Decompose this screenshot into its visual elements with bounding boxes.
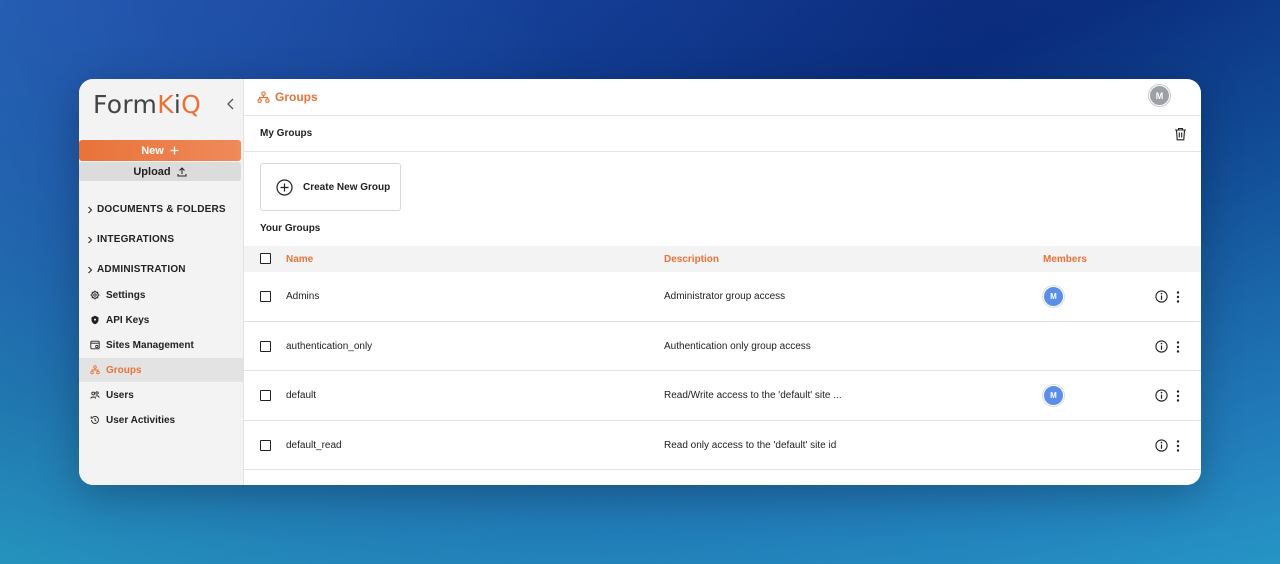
- users-icon: [90, 391, 100, 399]
- info-icon[interactable]: [1155, 389, 1168, 402]
- groups-table: Name Description Members Admins Administ…: [244, 246, 1201, 470]
- user-avatar[interactable]: M: [1149, 85, 1170, 106]
- group-description: Read/Write access to the 'default' site …: [664, 390, 842, 401]
- sidebar-item-settings[interactable]: Settings: [79, 283, 243, 307]
- info-icon[interactable]: [1155, 339, 1168, 353]
- upload-button[interactable]: Upload: [79, 162, 241, 181]
- member-avatar[interactable]: M: [1043, 286, 1064, 307]
- sidebar-item-label: API Keys: [106, 314, 150, 326]
- gear-icon: [90, 290, 100, 300]
- upload-icon: [177, 166, 187, 176]
- select-all-checkbox[interactable]: [260, 253, 271, 264]
- groups-icon: [90, 365, 100, 375]
- sites-icon: [90, 340, 100, 350]
- group-name: authentication_only: [286, 340, 373, 352]
- table-header: Name Description Members: [244, 246, 1201, 272]
- sidebar-item-label: Settings: [106, 289, 146, 301]
- chevron-right-icon: [88, 266, 93, 273]
- info-icon[interactable]: [1155, 438, 1168, 452]
- info-icon[interactable]: [1155, 290, 1168, 303]
- plus-icon: [170, 146, 179, 155]
- more-vertical-icon[interactable]: [1176, 340, 1180, 353]
- app-window: FormKiQ New Upload DOCUMENTS & FOLDERS I…: [79, 79, 1201, 485]
- section-documents-folders[interactable]: DOCUMENTS & FOLDERS: [87, 204, 226, 215]
- main-content: Groups M My Groups Create New Group Your…: [244, 79, 1201, 485]
- table-row[interactable]: default Read/Write access to the 'defaul…: [244, 371, 1201, 421]
- group-name: default_read: [286, 439, 342, 451]
- your-groups-heading: Your Groups: [260, 223, 321, 234]
- my-groups-bar: My Groups: [244, 116, 1201, 152]
- upload-button-label: Upload: [133, 165, 171, 178]
- row-checkbox[interactable]: [260, 291, 271, 302]
- group-name: default: [286, 390, 317, 401]
- section-label: INTEGRATIONS: [97, 234, 175, 245]
- more-vertical-icon[interactable]: [1176, 390, 1180, 402]
- row-checkbox[interactable]: [260, 439, 271, 451]
- sidebar-item-label: Groups: [106, 364, 142, 376]
- formkiq-logo: FormKiQ: [93, 89, 202, 119]
- new-button[interactable]: New: [79, 140, 241, 161]
- chevron-right-icon: [88, 206, 93, 213]
- sidebar-item-api-keys[interactable]: API Keys: [79, 308, 243, 332]
- group-description: Authentication only group access: [664, 340, 811, 352]
- sidebar-item-user-activities[interactable]: User Activities: [79, 408, 243, 432]
- group-description: Administrator group access: [664, 291, 786, 302]
- collapse-sidebar-icon[interactable]: [225, 97, 237, 111]
- sidebar-item-groups[interactable]: Groups: [79, 358, 243, 382]
- trash-icon[interactable]: [1174, 127, 1187, 141]
- column-header-members: Members: [1043, 253, 1087, 265]
- row-checkbox[interactable]: [260, 340, 271, 352]
- my-groups-title: My Groups: [260, 128, 313, 139]
- plus-circle-icon: [276, 178, 293, 196]
- row-checkbox[interactable]: [260, 390, 271, 401]
- page-header: Groups: [244, 79, 1201, 116]
- sidebar-item-label: Users: [106, 389, 134, 401]
- table-row[interactable]: Admins Administrator group access M: [244, 272, 1201, 322]
- sidebar-item-users[interactable]: Users: [79, 383, 243, 407]
- column-header-name[interactable]: Name: [286, 254, 313, 265]
- section-label: DOCUMENTS & FOLDERS: [97, 204, 226, 215]
- shield-icon: [91, 315, 99, 325]
- member-avatar[interactable]: M: [1043, 385, 1064, 406]
- section-administration[interactable]: ADMINISTRATION: [87, 264, 186, 275]
- sidebar-item-label: User Activities: [106, 414, 176, 426]
- create-group-button[interactable]: Create New Group: [260, 163, 401, 211]
- groups-icon: [257, 90, 270, 103]
- create-group-label: Create New Group: [303, 181, 391, 193]
- column-header-description[interactable]: Description: [664, 254, 719, 265]
- page-title: Groups: [275, 90, 318, 104]
- section-label: ADMINISTRATION: [97, 264, 186, 275]
- sidebar: FormKiQ New Upload DOCUMENTS & FOLDERS I…: [79, 79, 244, 485]
- logo-row: FormKiQ: [79, 79, 243, 129]
- group-name: Admins: [286, 291, 320, 302]
- more-vertical-icon[interactable]: [1176, 439, 1180, 452]
- sidebar-item-label: Sites Management: [106, 339, 194, 351]
- more-vertical-icon[interactable]: [1176, 291, 1180, 303]
- chevron-right-icon: [88, 236, 93, 243]
- group-description: Read only access to the 'default' site i…: [664, 439, 837, 451]
- sidebar-item-sites-management[interactable]: Sites Management: [79, 333, 243, 357]
- history-icon: [90, 416, 99, 424]
- section-integrations[interactable]: INTEGRATIONS: [87, 234, 174, 245]
- table-row[interactable]: default_read Read only access to the 'de…: [244, 421, 1201, 470]
- new-button-label: New: [141, 144, 164, 157]
- table-row[interactable]: authentication_only Authentication only …: [244, 322, 1201, 371]
